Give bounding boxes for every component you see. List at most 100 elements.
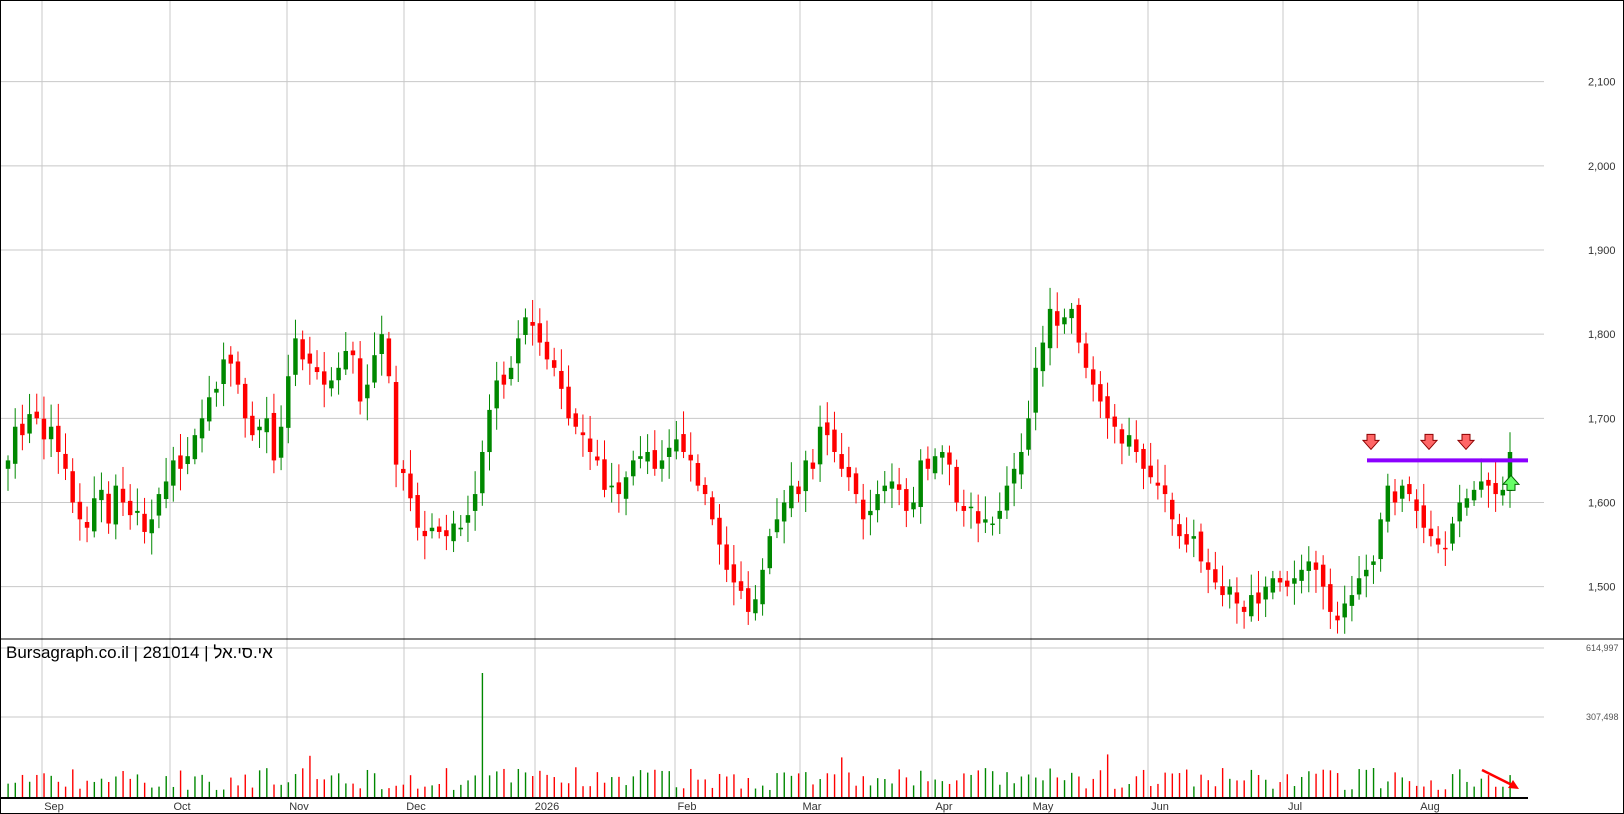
x-tick-label: Jul — [1288, 801, 1302, 813]
candle-body — [1033, 367, 1038, 413]
volume-bar — [639, 770, 642, 798]
volume-bar — [1142, 769, 1145, 798]
volume-bar — [251, 787, 254, 798]
candle-body — [523, 317, 528, 335]
candle-body — [616, 482, 622, 495]
volume-bar — [546, 774, 548, 798]
candle-body — [609, 485, 614, 488]
volume-bar — [934, 779, 936, 798]
volume-bar — [920, 770, 922, 798]
candle-body — [1443, 547, 1448, 550]
candle-body — [1184, 534, 1189, 545]
volume-bar — [510, 782, 512, 798]
candle-body — [803, 460, 808, 492]
candle-body — [487, 409, 492, 453]
volume-bar — [115, 776, 117, 798]
volume-bar — [337, 773, 340, 798]
candle-body — [1198, 531, 1204, 562]
volume-bar — [273, 784, 275, 798]
volume-bar — [618, 776, 620, 798]
candle-body — [688, 454, 693, 461]
candle-body — [975, 511, 981, 524]
volume-bar — [711, 787, 714, 798]
candle-body — [386, 338, 392, 377]
volume-bar — [258, 770, 261, 798]
volume-bar — [1164, 772, 1166, 798]
candle-body — [92, 498, 97, 532]
volume-bar — [1035, 777, 1037, 798]
candle-body — [206, 397, 212, 422]
volume-bar — [567, 783, 570, 798]
candle-body — [1385, 485, 1391, 522]
candle-body — [781, 502, 787, 522]
candle-body — [314, 367, 320, 373]
candle-body — [63, 453, 68, 469]
volume-bar — [230, 777, 232, 798]
volume-bar — [826, 773, 829, 798]
volume-bar — [1408, 781, 1411, 798]
volume-bar — [431, 785, 433, 798]
candle-body — [271, 412, 277, 461]
candle-body — [825, 422, 830, 436]
candle-body — [882, 485, 887, 492]
volume-bar — [158, 786, 160, 798]
candle-body — [559, 370, 564, 389]
volume-bar — [93, 781, 96, 798]
volume-bar — [488, 775, 491, 798]
volume-bar — [108, 781, 110, 798]
volume-bar — [1372, 768, 1375, 798]
volume-bar — [697, 779, 699, 798]
volume-bar — [1308, 771, 1310, 798]
candle-body — [659, 460, 665, 469]
candle-body — [1047, 308, 1053, 349]
volume-bar — [1279, 782, 1281, 798]
volume-bar — [28, 781, 31, 798]
volume-bar — [316, 779, 318, 798]
candle-body — [516, 338, 521, 364]
volume-bar — [1286, 774, 1289, 798]
volume-bar — [50, 775, 52, 798]
volume-bar — [1351, 789, 1353, 798]
candle-body — [580, 432, 586, 436]
candle-body — [41, 418, 47, 440]
candle-body — [1213, 569, 1218, 583]
volume-bar — [884, 779, 886, 798]
candle-body — [1464, 498, 1470, 508]
candle-body — [810, 462, 816, 469]
volume-bar — [1487, 775, 1490, 798]
volume-bar — [452, 789, 455, 798]
candle-body — [674, 439, 679, 452]
volume-bar — [1150, 786, 1152, 798]
x-tick-label: May — [1033, 801, 1054, 813]
candle-body — [832, 429, 837, 452]
candle-body — [702, 484, 708, 495]
candle-body — [250, 415, 255, 436]
x-tick-label: Sep — [44, 801, 64, 813]
volume-bar — [553, 777, 555, 798]
volume-bar — [237, 785, 239, 798]
candle-body — [20, 423, 25, 436]
x-tick-label: Nov — [289, 801, 309, 813]
candle-body — [1407, 484, 1412, 495]
volume-bar — [280, 784, 282, 798]
volume-bar — [991, 771, 994, 798]
volume-bar — [675, 787, 678, 798]
candle-body — [1450, 523, 1455, 544]
volume-bar — [1387, 781, 1389, 798]
volume-bar — [517, 768, 520, 798]
volume-bar — [754, 788, 757, 798]
volume-bar — [266, 768, 268, 798]
candle-body — [602, 459, 607, 490]
volume-bar — [797, 773, 800, 798]
buy-signal-arrow-icon — [1501, 474, 1521, 491]
candle-body — [1148, 465, 1153, 478]
candle-body — [853, 473, 859, 495]
volume-bar — [496, 771, 498, 798]
candle-body — [724, 544, 729, 570]
volume-bar — [79, 788, 81, 798]
volume-bar — [352, 783, 354, 798]
x-tick-label: Apr — [935, 801, 952, 813]
volume-bar — [1092, 778, 1094, 798]
volume-bar — [36, 774, 38, 798]
candle-body — [1364, 569, 1369, 577]
